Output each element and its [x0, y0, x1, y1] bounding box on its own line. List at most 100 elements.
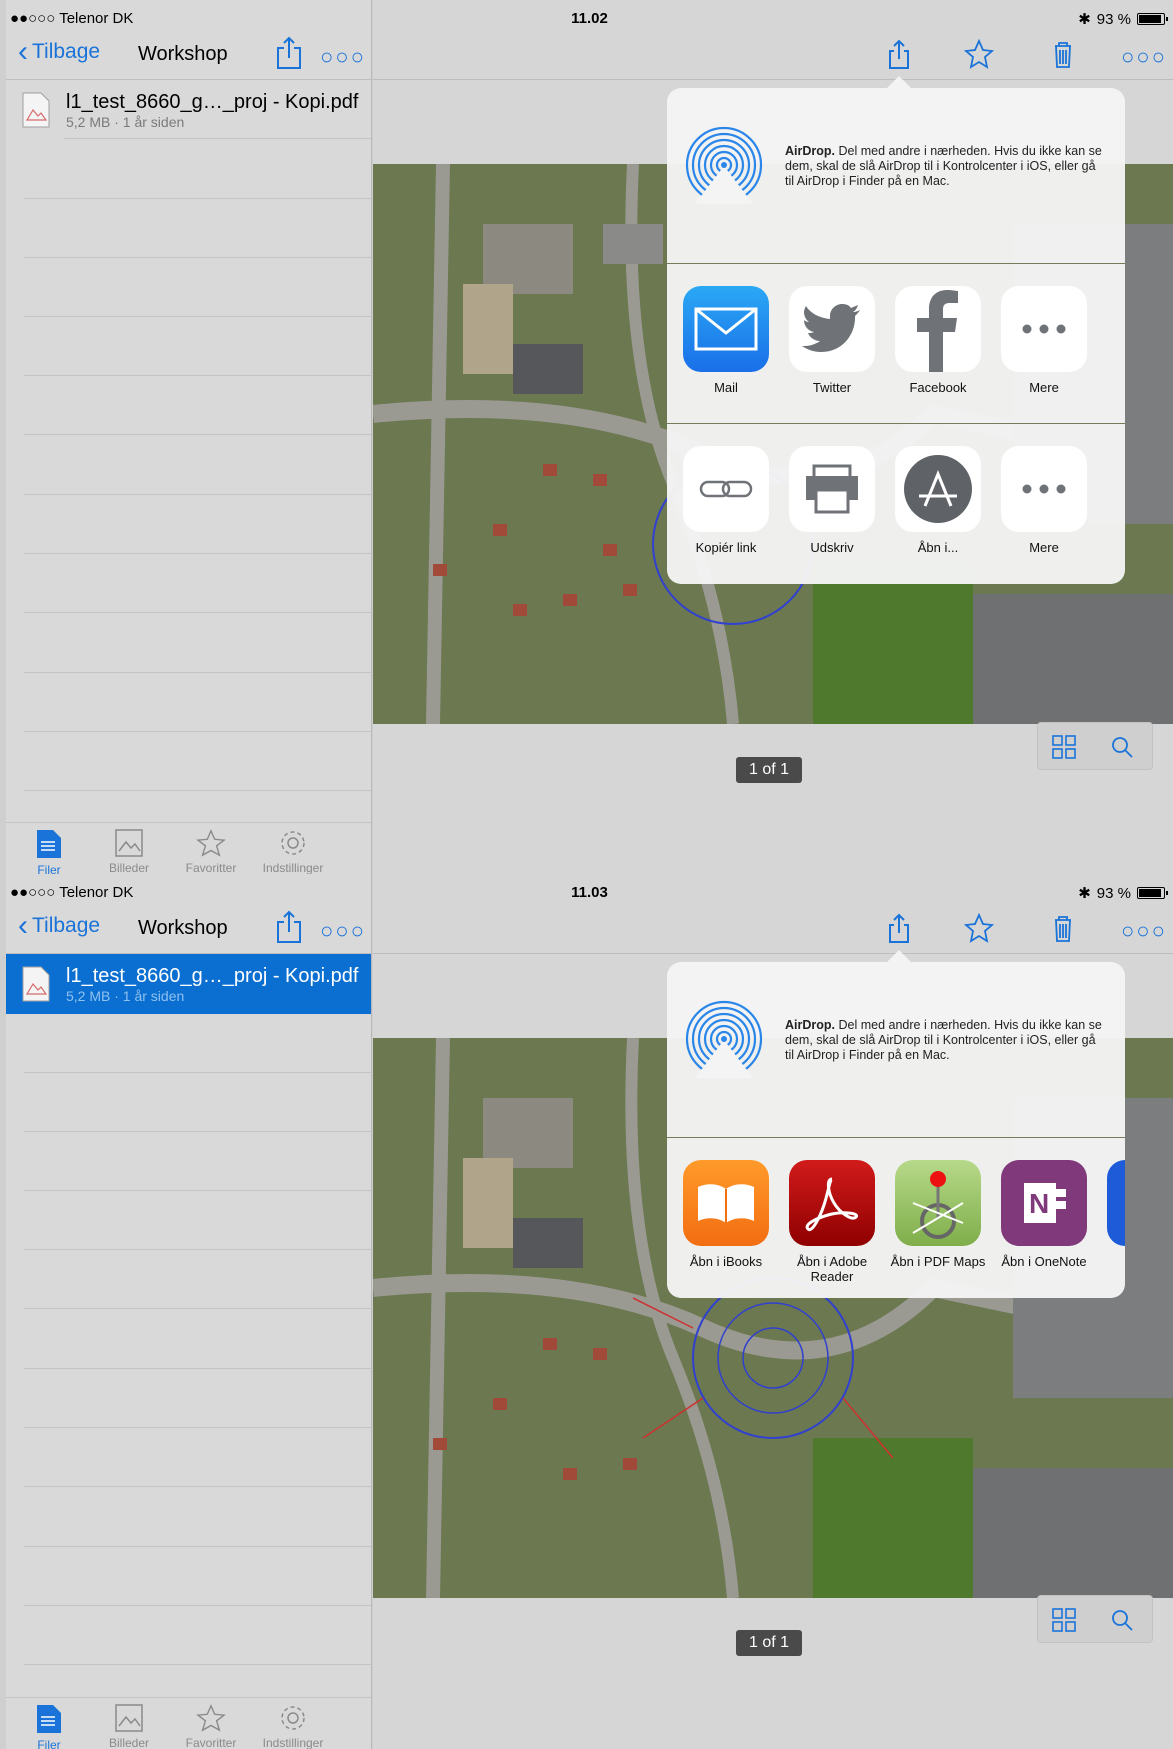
tab-favorites-label: Favoritter — [185, 1736, 237, 1749]
divider — [24, 375, 371, 376]
file-meta: 5,2 MB · 1 år siden — [66, 988, 185, 1004]
share-icon — [889, 39, 909, 69]
divider — [24, 1664, 371, 1665]
grid-view-icon[interactable] — [1052, 735, 1076, 759]
tab-favorites[interactable]: Favoritter — [168, 1704, 254, 1749]
app-store-icon — [895, 446, 981, 532]
share-mail[interactable]: Mail — [673, 286, 779, 395]
star-icon — [196, 829, 226, 857]
tab-files[interactable]: Filer — [6, 829, 92, 874]
favorite-button[interactable] — [963, 38, 995, 70]
divider — [24, 1486, 371, 1487]
tab-bar: Filer Billeder Favoritter Indstillinger — [6, 822, 371, 874]
divider — [64, 138, 371, 139]
action-copy-link[interactable]: Kopiér link — [673, 446, 779, 555]
file-row[interactable]: l1_test_8660_g…_proj - Kopi.pdf 5,2 MB ·… — [6, 80, 371, 140]
folder-title: Workshop — [138, 917, 228, 939]
tab-bar: Filer Billeder Favoritter Indstillinger — [6, 1697, 371, 1749]
folder-title: Workshop — [138, 43, 228, 65]
divider — [24, 257, 371, 258]
share-button[interactable] — [883, 38, 915, 70]
delete-button[interactable] — [1047, 38, 1079, 70]
more-icon[interactable]: ○○○ — [320, 918, 366, 944]
tab-settings[interactable]: Indstillinger — [250, 1704, 336, 1749]
share-icon[interactable] — [274, 36, 304, 70]
back-button[interactable]: ‹ Tilbage — [18, 35, 100, 68]
search-icon[interactable] — [1110, 1608, 1134, 1632]
divider — [24, 1427, 371, 1428]
tab-favorites[interactable]: Favoritter — [168, 829, 254, 874]
chevron-left-icon: ‹ — [18, 35, 28, 68]
open-in-ibooks[interactable]: Åbn i iBooks — [673, 1160, 779, 1269]
popover-arrow — [887, 950, 911, 962]
airdrop-section[interactable]: AirDrop. Del med andre i nærheden. Hvis … — [667, 962, 1125, 1138]
share-more-1[interactable]: Mere — [991, 286, 1097, 395]
more-button[interactable]: ○○○ — [1121, 918, 1165, 950]
more-dots-icon — [1001, 286, 1087, 372]
divider — [24, 1368, 371, 1369]
status-bar: ●●○○○ Telenor DK 11.03 ✱ 93 % — [6, 874, 1173, 912]
printer-icon — [789, 446, 875, 532]
view-controls — [1037, 1595, 1153, 1643]
divider — [24, 1605, 371, 1606]
favorite-button[interactable] — [963, 912, 995, 944]
tab-files[interactable]: Filer — [6, 1704, 92, 1749]
battery-status: ✱ 93 % — [1078, 10, 1168, 28]
share-mail-label: Mail — [714, 380, 738, 395]
action-open-in[interactable]: Åbn i... — [885, 446, 991, 555]
airdrop-description: AirDrop. Del med andre i nærheden. Hvis … — [785, 1018, 1103, 1063]
gear-icon — [281, 1706, 305, 1730]
file-sidebar: ‹ Tilbage Workshop ○○○ l1_test_8660_g…_pr… — [6, 0, 372, 874]
open-in-pdf-maps-label: Åbn i PDF Maps — [890, 1254, 986, 1269]
share-button[interactable] — [883, 912, 915, 944]
share-facebook[interactable]: Facebook — [885, 286, 991, 395]
share-twitter-label: Twitter — [812, 380, 852, 395]
open-in-pdf-maps[interactable]: Åbn i PDF Maps — [885, 1160, 991, 1269]
more-icon[interactable]: ○○○ — [320, 44, 366, 70]
divider — [24, 790, 371, 791]
divider — [24, 1072, 371, 1073]
delete-button[interactable] — [1047, 912, 1079, 944]
open-in-onenote[interactable]: N Åbn i OneNote — [991, 1160, 1097, 1269]
search-icon[interactable] — [1110, 735, 1134, 759]
share-more-1-label: Mere — [1029, 380, 1059, 395]
share-sheet: AirDrop. Del med andre i nærheden. Hvis … — [667, 962, 1125, 1298]
grid-view-icon[interactable] — [1052, 1608, 1076, 1632]
battery-percent: 93 % — [1096, 10, 1131, 28]
screenshot-2: ○○○ 1 of 1 AirDrop. Del med andre i nærh… — [0, 874, 1173, 1749]
open-in-partial-app[interactable]: Åb — [1097, 1160, 1125, 1269]
trash-icon — [1055, 42, 1071, 68]
back-label: Tilbage — [32, 914, 101, 937]
divider — [24, 553, 371, 554]
action-print[interactable]: Udskriv — [779, 446, 885, 555]
file-name: l1_test_8660_g…_proj - Kopi.pdf — [66, 91, 359, 113]
share-twitter[interactable]: Twitter — [779, 286, 885, 395]
page-indicator: 1 of 1 — [736, 1630, 802, 1656]
divider — [24, 434, 371, 435]
file-row-selected[interactable]: l1_test_8660_g…_proj - Kopi.pdf 5,2 MB ·… — [6, 954, 371, 1014]
screenshot-1: ○○○ 1 of 1 AirDrop. Del med andre i nærh… — [0, 0, 1173, 874]
pdf-file-icon — [22, 92, 50, 128]
more-button[interactable]: ○○○ — [1121, 44, 1165, 76]
action-print-label: Udskriv — [810, 540, 854, 555]
open-in-adobe-reader[interactable]: Åbn i Adobe Reader — [779, 1160, 885, 1284]
airdrop-section[interactable]: AirDrop. Del med andre i nærheden. Hvis … — [667, 88, 1125, 264]
tab-pictures[interactable]: Billeder — [86, 1704, 172, 1749]
bluetooth-icon: ✱ — [1078, 885, 1091, 902]
facebook-icon — [895, 286, 981, 372]
bluetooth-icon: ✱ — [1078, 11, 1091, 28]
tab-settings[interactable]: Indstillinger — [250, 829, 336, 874]
trash-icon — [1055, 916, 1071, 942]
gear-icon — [281, 831, 305, 855]
tab-pictures[interactable]: Billeder — [86, 829, 172, 874]
back-button[interactable]: ‹ Tilbage — [18, 911, 101, 941]
share-facebook-label: Facebook — [909, 380, 967, 395]
divider — [24, 316, 371, 317]
open-in-ibooks-label: Åbn i iBooks — [689, 1254, 763, 1269]
tab-settings-label: Indstillinger — [262, 861, 324, 874]
action-more[interactable]: Mere — [991, 446, 1097, 555]
share-icon[interactable] — [274, 910, 304, 944]
divider — [24, 1249, 371, 1250]
divider — [24, 1131, 371, 1132]
action-row: Kopiér link Udskriv Åbn i... Mere — [667, 424, 1125, 584]
